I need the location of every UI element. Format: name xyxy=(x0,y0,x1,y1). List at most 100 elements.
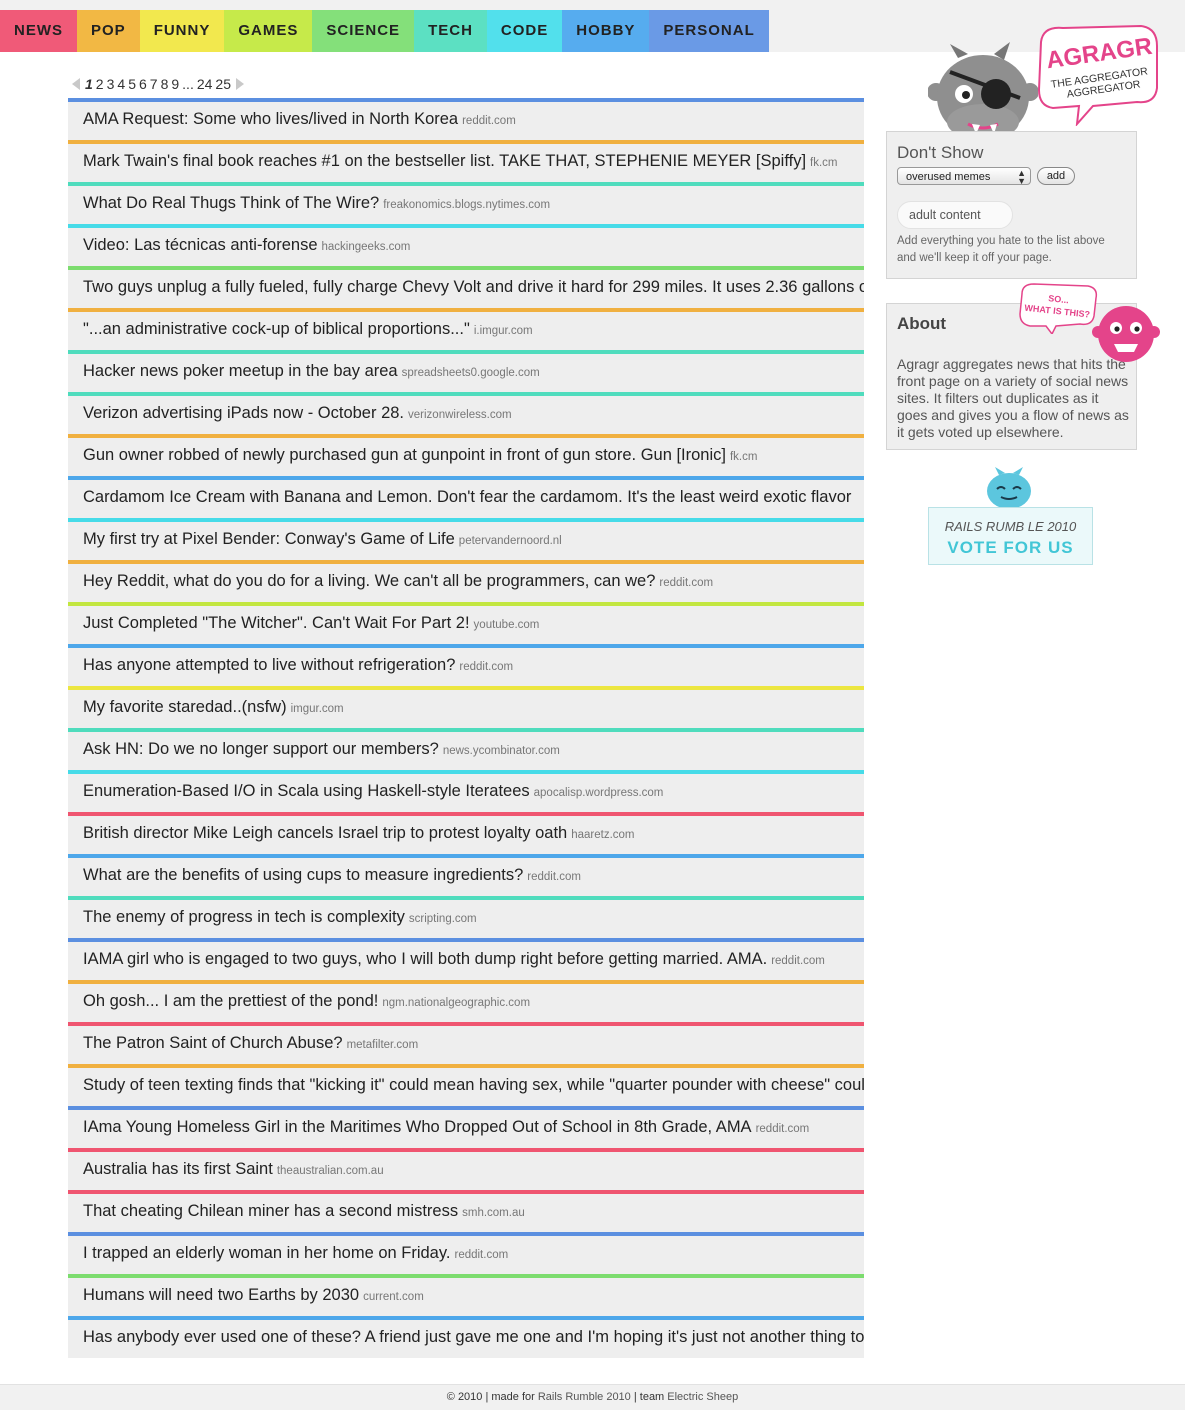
tab-news[interactable]: NEWS xyxy=(0,10,77,52)
page-link-4[interactable]: 4 xyxy=(117,76,125,92)
story-link[interactable]: Has anyone attempted to live without ref… xyxy=(83,656,513,675)
story-row: IAma Young Homeless Girl in the Maritime… xyxy=(68,1106,864,1148)
pirate-mascot-icon xyxy=(928,42,1038,140)
story-link[interactable]: Just Completed "The Witcher". Can't Wait… xyxy=(83,614,539,633)
tab-science[interactable]: SCIENCE xyxy=(312,10,415,52)
story-link[interactable]: What Do Real Thugs Think of The Wire? fre… xyxy=(83,194,550,213)
footer-link-rails-rumble[interactable]: Rails Rumble 2010 xyxy=(538,1391,631,1403)
story-link[interactable]: Ask HN: Do we no longer support our memb… xyxy=(83,740,560,759)
pagination: 1 2 3 4 5 6 7 8 9... 24 25 xyxy=(72,76,244,92)
story-link[interactable]: Enumeration-Based I/O in Scala using Has… xyxy=(83,782,663,801)
story-title: That cheating Chilean miner has a second… xyxy=(83,1202,459,1220)
story-domain: reddit.com xyxy=(459,661,514,673)
story-link[interactable]: I trapped an elderly woman in her home o… xyxy=(83,1244,508,1263)
tab-games[interactable]: GAMES xyxy=(224,10,313,52)
story-title: My favorite staredad..(nsfw) xyxy=(83,698,287,716)
logo-speech-bubble: AGRAGR THE AGGREGATOR AGGREGATOR xyxy=(1037,24,1158,126)
story-row: What Do Real Thugs Think of The Wire? fre… xyxy=(68,182,864,224)
story-link[interactable]: The enemy of progress in tech is complex… xyxy=(83,908,477,927)
tab-hobby[interactable]: HOBBY xyxy=(562,10,650,52)
footer-mid: | team xyxy=(630,1391,668,1403)
story-link[interactable]: Oh gosh... I am the prettiest of the pon… xyxy=(83,992,530,1011)
story-title: IAma Young Homeless Girl in the Maritime… xyxy=(83,1118,752,1136)
page-link-2[interactable]: 2 xyxy=(96,76,104,92)
story-title: Gun owner robbed of newly purchased gun … xyxy=(83,446,726,464)
tab-pop[interactable]: POP xyxy=(77,10,140,52)
prev-page-icon[interactable] xyxy=(72,78,80,90)
story-link[interactable]: My favorite staredad..(nsfw) imgur.com xyxy=(83,698,344,717)
story-link[interactable]: Study of teen texting finds that "kickin… xyxy=(83,1076,864,1095)
story-row: "...an administrative cock-up of biblica… xyxy=(68,308,864,350)
story-link[interactable]: Verizon advertising iPads now - October … xyxy=(83,404,512,423)
story-title: Has anyone attempted to live without ref… xyxy=(83,656,456,674)
story-row: Video: Las técnicas anti-forense hackinge… xyxy=(68,224,864,266)
story-domain: reddit.com xyxy=(462,115,516,127)
story-domain: hackingeeks.com xyxy=(321,241,411,253)
story-title: Hey Reddit, what do you do for a living.… xyxy=(83,572,656,590)
story-row: Hacker news poker meetup in the bay area… xyxy=(68,350,864,392)
pink-monster-icon xyxy=(1092,306,1160,362)
filter-chip-adult-content[interactable]: adult content xyxy=(897,201,1013,229)
page-link-5[interactable]: 5 xyxy=(128,76,136,92)
tab-funny[interactable]: FUNNY xyxy=(139,10,225,52)
story-title: Enumeration-Based I/O in Scala using Has… xyxy=(83,782,530,800)
story-row: Has anyone attempted to live without ref… xyxy=(68,644,864,686)
story-link[interactable]: Humans will need two Earths by 2030 curre… xyxy=(83,1286,424,1305)
vote-badge-line-1: RAILS RUMB LE 2010 xyxy=(944,519,1077,534)
story-row: Hey Reddit, what do you do for a living.… xyxy=(68,560,864,602)
story-link[interactable]: Hacker news poker meetup in the bay area… xyxy=(83,362,540,381)
page-link-8[interactable]: 8 xyxy=(161,76,169,92)
page-link-3[interactable]: 3 xyxy=(107,76,115,92)
story-link[interactable]: British director Mike Leigh cancels Isra… xyxy=(83,824,635,843)
story-link[interactable]: Cardamom Ice Cream with Banana and Lemon… xyxy=(83,488,851,507)
page-link-24[interactable]: 24 xyxy=(197,76,213,92)
page-link-25[interactable]: 25 xyxy=(215,76,231,92)
story-row: Australia has its first Saint theaustrali… xyxy=(68,1148,864,1190)
story-domain: verizonwireless.com xyxy=(408,409,512,421)
page-link-7[interactable]: 7 xyxy=(150,76,158,92)
vote-badge-line-2: VOTE FOR US xyxy=(947,538,1074,557)
story-link[interactable]: IAma Young Homeless Girl in the Maritime… xyxy=(83,1118,809,1137)
story-domain: imgur.com xyxy=(290,703,344,715)
tab-code[interactable]: CODE xyxy=(486,10,563,52)
vote-badge[interactable]: RAILS RUMB LE 2010 VOTE FOR US xyxy=(928,507,1093,565)
story-title: Just Completed "The Witcher". Can't Wait… xyxy=(83,614,470,632)
page-link-6[interactable]: 6 xyxy=(139,76,147,92)
tab-tech[interactable]: TECH xyxy=(414,10,487,52)
story-title: Verizon advertising iPads now - October … xyxy=(83,404,405,422)
story-link[interactable]: Has anybody ever used one of these? A fr… xyxy=(83,1328,864,1347)
story-link[interactable]: Hey Reddit, what do you do for a living.… xyxy=(83,572,713,591)
story-row: Humans will need two Earths by 2030 curre… xyxy=(68,1274,864,1316)
footer-prefix: © 2010 | made for xyxy=(446,1391,538,1403)
story-domain: i.imgur.com xyxy=(473,325,533,337)
dont-show-panel: Don't Show overused memes ▲ ▼ add adult c… xyxy=(886,131,1137,279)
story-domain: apocalisp.wordpress.com xyxy=(533,787,664,799)
filter-select[interactable]: overused memes ▲ ▼ xyxy=(897,167,1031,186)
story-link[interactable]: IAMA girl who is engaged to two guys, wh… xyxy=(83,950,825,969)
story-link[interactable]: The Patron Saint of Church Abuse? metafil… xyxy=(83,1034,418,1053)
story-title: Oh gosh... I am the prettiest of the pon… xyxy=(83,992,379,1010)
story-domain: fk.cm xyxy=(810,157,838,169)
dont-show-heading: Don't Show xyxy=(897,143,984,162)
story-link[interactable]: My first try at Pixel Bender: Conway's G… xyxy=(83,530,562,549)
story-link[interactable]: Mark Twain's final book reaches #1 on th… xyxy=(83,152,838,171)
story-row: Enumeration-Based I/O in Scala using Has… xyxy=(68,770,864,812)
story-link[interactable]: What are the benefits of using cups to m… xyxy=(83,866,581,885)
story-link[interactable]: Gun owner robbed of newly purchased gun … xyxy=(83,446,757,465)
page-link-1[interactable]: 1 xyxy=(85,76,93,92)
story-link[interactable]: Two guys unplug a fully fueled, fully ch… xyxy=(83,278,864,297)
story-link[interactable]: Australia has its first Saint theaustrali… xyxy=(83,1160,384,1179)
story-domain: freakonomics.blogs.nytimes.com xyxy=(383,199,551,211)
page-link-9[interactable]: 9 xyxy=(171,76,179,92)
tab-personal[interactable]: PERSONAL xyxy=(649,10,769,52)
story-link[interactable]: That cheating Chilean miner has a second… xyxy=(83,1202,525,1221)
footer-link-team[interactable]: Electric Sheep xyxy=(667,1391,738,1403)
next-page-icon[interactable] xyxy=(236,78,244,90)
story-link[interactable]: Video: Las técnicas anti-forense hackinge… xyxy=(83,236,410,255)
story-link[interactable]: AMA Request: Some who lives/lived in Nor… xyxy=(83,110,516,129)
add-filter-button[interactable]: add xyxy=(1037,167,1075,185)
story-row: Oh gosh... I am the prettiest of the pon… xyxy=(68,980,864,1022)
story-row: Two guys unplug a fully fueled, fully ch… xyxy=(68,266,864,308)
story-link[interactable]: "...an administrative cock-up of biblica… xyxy=(83,320,533,339)
story-row: I trapped an elderly woman in her home o… xyxy=(68,1232,864,1274)
